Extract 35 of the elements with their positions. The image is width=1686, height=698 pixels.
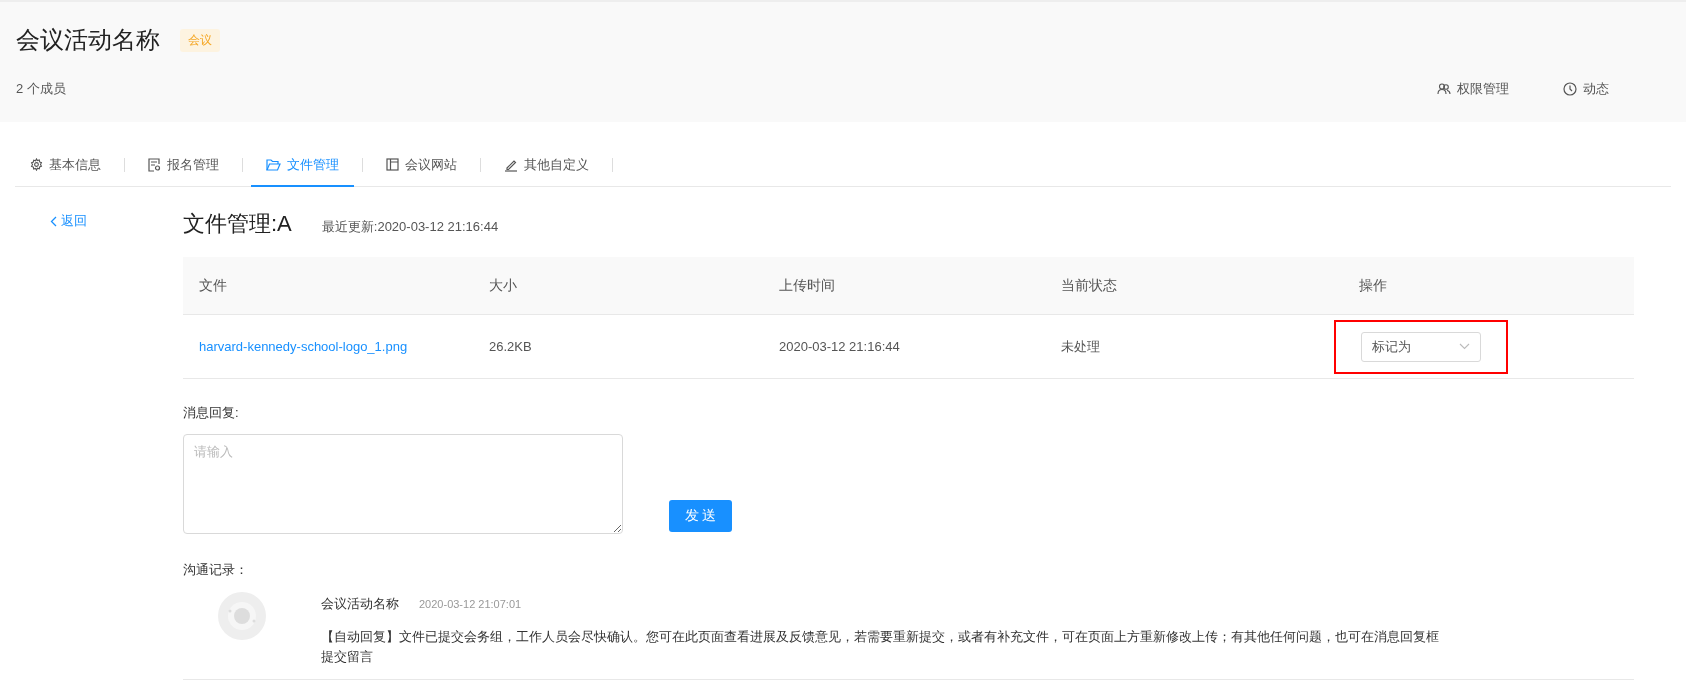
- message-text: 【自动回复】文件已提交会务组，工作人员会尽快确认。您可在此页面查看进展及反馈意见，若需要重新提交，或者有补充文件，可在页面上方重新修改上传；有其他任何问题，也可在消息回复框提交留言: [321, 629, 1440, 666]
- reply-input-field[interactable]: 请输入: [183, 434, 623, 534]
- sender-name: 会议活动名称: [321, 595, 399, 613]
- mark-as-dropdown[interactable]: 标记为: [1361, 331, 1481, 362]
- table-cell: 2020-03-12 21:16:44: [779, 339, 900, 354]
- column-header: 文件: [198, 276, 228, 295]
- event-title: 会议活动名称: [16, 25, 160, 55]
- last-updated-text: 最近更新:2020-03-12 21:16:44: [321, 218, 499, 236]
- chevron-down-icon: [1459, 343, 1470, 350]
- users-icon: [1437, 82, 1451, 96]
- column-header: 上传时间: [778, 276, 836, 295]
- category-tag: 会议: [180, 28, 220, 52]
- reply-label: 消息回复:: [183, 404, 240, 422]
- chevron-left-icon: [50, 215, 57, 227]
- header-link[interactable]: 权限管理: [1437, 80, 1509, 98]
- table-cell: 26.2KB: [489, 339, 532, 354]
- column-header: 大小: [488, 276, 518, 295]
- tab[interactable]: 基本信息: [15, 144, 116, 187]
- page-title: 文件管理:A: [183, 210, 292, 238]
- column-header: 当前状态: [1060, 276, 1118, 295]
- table-cell: 未处理: [1061, 337, 1100, 356]
- avatar-icon: [217, 591, 267, 641]
- tab[interactable]: 其他自定义: [489, 144, 604, 187]
- member-count: 2 个成员: [16, 80, 66, 98]
- folder-icon: [266, 158, 281, 171]
- message-time: 2020-03-12 21:07:01: [419, 598, 522, 610]
- column-header: 操作: [1358, 276, 1388, 295]
- tab[interactable]: 报名管理: [133, 144, 234, 187]
- header-link[interactable]: 动态: [1563, 80, 1609, 98]
- clock-icon: [1563, 82, 1577, 96]
- settings-icon: [30, 158, 43, 171]
- document-icon: [148, 157, 161, 172]
- layout-icon: [386, 158, 399, 171]
- log-label: 沟通记录：: [183, 561, 249, 579]
- tab[interactable]: 会议网站: [371, 144, 472, 187]
